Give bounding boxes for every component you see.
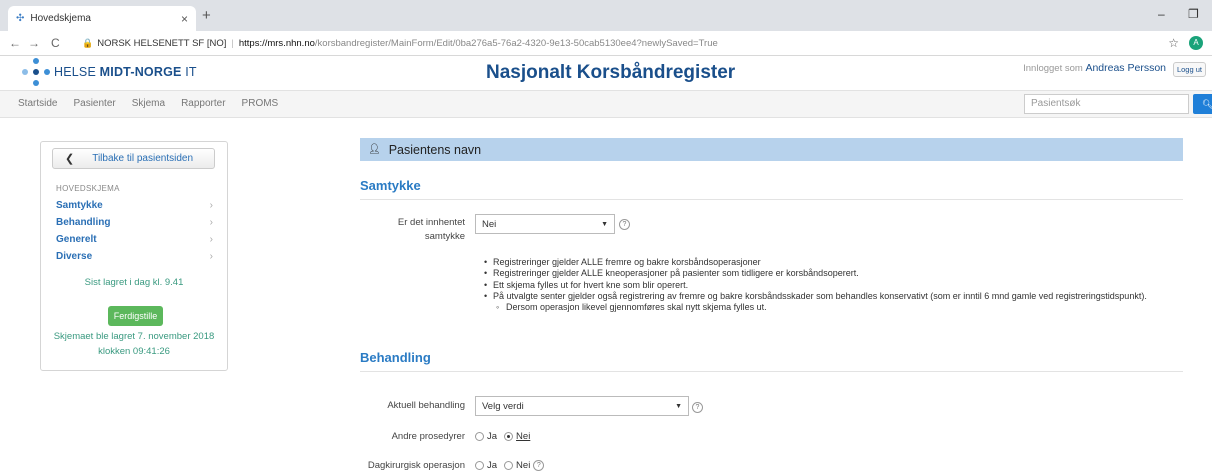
treatment-label: Aktuell behandling [387,400,465,411]
certificate-name: NORSK HELSENETT SF [NO] [97,38,227,49]
sidebar-item-behandling[interactable]: Behandling › [56,214,213,231]
page-header: HELSE MIDT-NORGE IT Nasjonalt Korsbåndre… [0,56,1212,90]
user-name: Andreas Persson [1085,62,1166,74]
user-icon: 👤︎ [368,144,381,155]
section-title-behandling: Behandling [360,350,431,365]
section-divider [360,371,1183,372]
nav-item-proms[interactable]: PROMS [242,98,279,109]
back-icon[interactable]: ← [9,36,21,50]
radio-no[interactable] [504,432,514,441]
bookmark-star-icon[interactable]: ☆ [1168,36,1179,50]
url-host: https://mrs.nhn.no [238,38,315,49]
favicon-icon: ✣ [16,13,25,24]
last-saved-text: Sist lagret i dag kl. 9.41 [84,277,184,288]
browser-tab-bar: ✣ Hovedskjema × + – ❐ [0,0,1212,31]
url-separator: | [231,38,234,49]
other-procedures-label: Andre prosedyrer [391,431,465,442]
day-surgery-radio-group: Ja Nei ? [475,460,545,471]
main-nav: Startside Pasienter Skjema Rapporter PRO… [0,90,1212,118]
close-tab-icon[interactable]: × [181,12,188,26]
chevron-right-icon: › [209,234,213,245]
url-field[interactable]: 🔒 NORSK HELSENETT SF [NO] | https://mrs.… [82,34,1162,53]
other-procedures-radio-group: Ja Nei [475,431,537,442]
page-title: Nasjonalt Korsbåndregister [486,62,736,83]
dropdown-caret-icon: ▼ [675,402,682,410]
treatment-select[interactable]: Velg verdi ▼ [475,396,689,416]
sidebar-heading: HOVEDSKJEMA [56,184,120,193]
sidebar-item-diverse[interactable]: Diverse › [56,248,213,265]
minimize-icon[interactable]: – [1158,7,1165,21]
finish-button[interactable]: Ferdigstille [108,306,163,326]
patient-name-header: 👤︎ Pasientens navn [360,138,1183,161]
help-icon[interactable]: ? [533,460,545,471]
login-info: Innlogget som Andreas Persson [1023,62,1166,74]
list-item: Registreringer gjelder ALLE kneoperasjon… [484,268,1147,280]
section-title-samtykke: Samtykke [360,178,421,193]
restore-icon[interactable]: ❐ [1188,7,1199,21]
nav-item-rapporter[interactable]: Rapporter [181,98,225,109]
logout-button[interactable]: Logg ut [1172,62,1206,77]
radio-yes-label[interactable]: Ja [487,460,497,471]
list-item: Registreringer gjelder ALLE fremre og ba… [484,257,1147,269]
help-icon[interactable]: ? [619,219,630,230]
sidebar-item-generelt[interactable]: Generelt › [56,231,213,248]
list-item: Dersom operasjon likevel gjennomføres sk… [484,302,1147,314]
radio-yes[interactable] [475,461,484,470]
radio-no[interactable] [504,461,514,470]
lock-icon: 🔒 [82,38,94,48]
radio-yes-label[interactable]: Ja [487,431,497,442]
nav-item-skjema[interactable]: Skjema [132,98,165,109]
patient-search-input[interactable]: Pasientsøk [1024,94,1189,114]
chevron-right-icon: › [209,217,213,228]
list-item: Ett skjema fylles ut for hvert kne som b… [484,280,1147,292]
list-item: På utvalgte senter gjelder også registre… [484,291,1147,303]
nav-item-startside[interactable]: Startside [18,98,57,109]
help-icon[interactable]: ? [692,402,703,413]
sidebar-item-samtykke[interactable]: Samtykke › [56,197,213,214]
profile-avatar[interactable]: A [1189,36,1203,50]
chevron-right-icon: › [209,251,213,262]
consent-info-list: Registreringer gjelder ALLE fremre og ba… [484,257,1147,314]
saved-note: Skjemaet ble lagret 7. november 2018 klo… [53,331,215,357]
tab-title: Hovedskjema [30,13,91,24]
logo-text: HELSE MIDT-NORGE IT [54,65,197,79]
url-path: /korsbandregister/MainForm/Edit/0ba276a5… [314,38,718,49]
radio-no-label[interactable]: Nei [516,431,530,442]
helse-midt-norge-logo[interactable]: HELSE MIDT-NORGE IT [22,58,197,86]
forward-icon[interactable]: → [28,36,40,50]
chevron-right-icon: › [209,200,213,211]
chevron-left-icon: ❮ [65,153,75,165]
day-surgery-label: Dagkirurgisk operasjon [367,460,465,471]
browser-tab[interactable]: ✣ Hovedskjema × [8,6,196,31]
consent-label: Er det innhentet samtykke [397,217,465,242]
form-sidebar: ❮ Tilbake til pasientsiden HOVEDSKJEMA S… [40,141,228,371]
search-button[interactable]: 🔍︎ ▼ [1193,94,1212,114]
back-to-patient-button[interactable]: ❮ Tilbake til pasientsiden [52,148,215,169]
dropdown-caret-icon: ▼ [601,220,608,228]
radio-yes[interactable] [475,432,484,441]
consent-select[interactable]: Nei ▼ [475,214,615,234]
address-bar: ← → C 🔒 NORSK HELSENETT SF [NO] | https:… [0,31,1212,56]
search-icon: 🔍︎ [1201,98,1212,109]
radio-no-label[interactable]: Nei [516,460,530,471]
new-tab-icon[interactable]: + [202,7,211,24]
logo-dots-icon [22,58,50,86]
nav-item-pasienter[interactable]: Pasienter [73,98,115,109]
section-divider [360,199,1183,200]
reload-icon[interactable]: C [51,36,60,50]
